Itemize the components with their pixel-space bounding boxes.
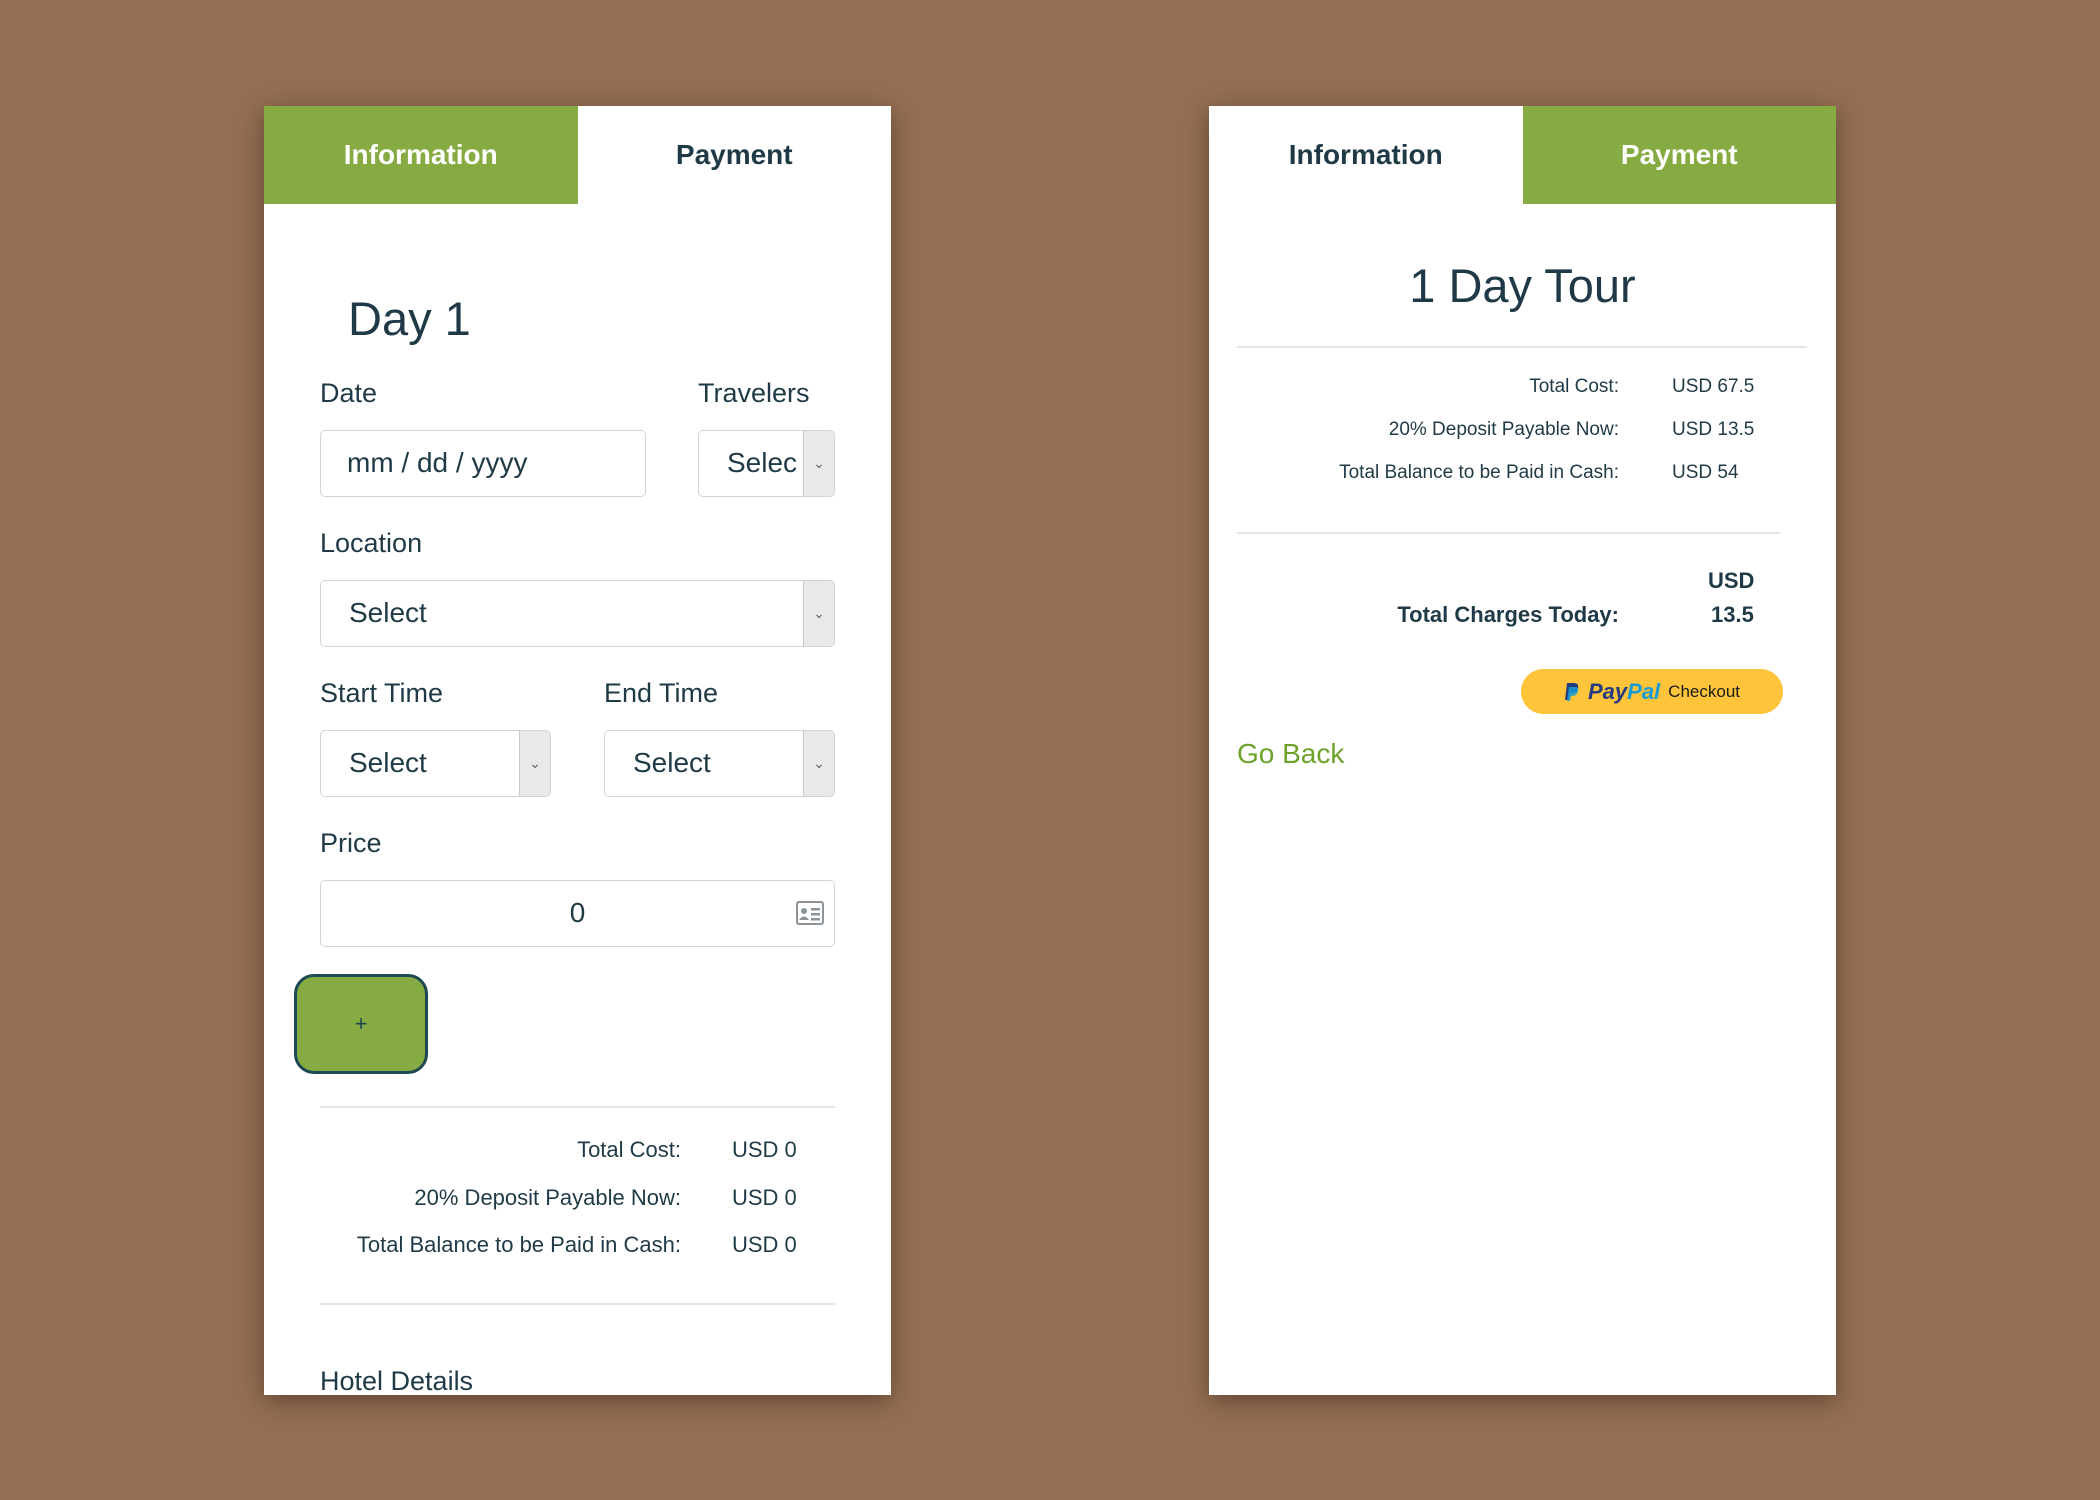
summary-row-deposit: 20% Deposit Payable Now: USD 13.5 bbox=[1209, 419, 1836, 453]
summary-row-total-cost: Total Cost: USD 0 bbox=[264, 1137, 891, 1177]
chevron-down-icon: ⌄ bbox=[803, 581, 834, 646]
summary-value: USD 13.5 bbox=[1672, 419, 1755, 440]
add-day-button[interactable]: + bbox=[294, 974, 428, 1074]
location-value: Select bbox=[349, 597, 427, 628]
go-back-link[interactable]: Go Back bbox=[1237, 738, 1344, 770]
divider bbox=[1237, 532, 1780, 534]
paypal-logo-pal: Pal bbox=[1627, 678, 1661, 704]
chevron-down-icon: ⌄ bbox=[803, 731, 834, 796]
summary-label: Total Cost: bbox=[577, 1137, 681, 1162]
summary-label: 20% Deposit Payable Now: bbox=[414, 1185, 681, 1210]
summary-value: USD 0 bbox=[732, 1232, 797, 1257]
booking-information-panel: Information Payment Day 1 Date mm / dd /… bbox=[264, 106, 891, 1395]
summary-value: USD 54 bbox=[1672, 462, 1739, 483]
contact-card-icon bbox=[796, 901, 824, 930]
start-time-label: Start Time bbox=[320, 678, 444, 708]
chevron-down-icon: ⌄ bbox=[803, 431, 834, 496]
travelers-label: Travelers bbox=[698, 378, 810, 408]
date-placeholder: mm / dd / yyyy bbox=[347, 447, 528, 478]
tab-payment[interactable]: Payment bbox=[1522, 106, 1836, 204]
paypal-logo: PayPal bbox=[1588, 679, 1660, 705]
date-input[interactable]: mm / dd / yyyy bbox=[320, 430, 646, 497]
summary-row-balance: Total Balance to be Paid in Cash: USD 54 bbox=[1209, 462, 1836, 496]
price-value: 0 bbox=[569, 897, 586, 928]
price-input[interactable]: 0 bbox=[320, 880, 835, 947]
summary-label: 20% Deposit Payable Now: bbox=[1388, 419, 1619, 440]
total-charges-amount: 13.5 bbox=[1711, 602, 1754, 627]
tab-bar: Information Payment bbox=[264, 106, 891, 204]
summary-row-total-cost: Total Cost: USD 67.5 bbox=[1209, 376, 1836, 410]
summary-label: Total Balance to be Paid in Cash: bbox=[1339, 462, 1619, 483]
location-label: Location bbox=[320, 528, 423, 558]
paypal-checkout-button[interactable]: PayPal Checkout bbox=[1521, 669, 1783, 714]
tab-information[interactable]: Information bbox=[1209, 106, 1523, 204]
start-time-select[interactable]: Select ⌄ bbox=[320, 730, 551, 797]
date-label: Date bbox=[320, 378, 378, 408]
total-charges-label: Total Charges Today: bbox=[1397, 602, 1619, 627]
summary-label: Total Balance to be Paid in Cash: bbox=[356, 1232, 681, 1257]
divider bbox=[1237, 346, 1807, 348]
summary-row-balance: Total Balance to be Paid in Cash: USD 0 bbox=[264, 1232, 891, 1272]
payment-panel: Information Payment 1 Day Tour Total Cos… bbox=[1209, 106, 1836, 1395]
paypal-logo-pay: Pay bbox=[1587, 678, 1628, 704]
summary-label: Total Cost: bbox=[1529, 376, 1619, 397]
location-select[interactable]: Select ⌄ bbox=[320, 580, 835, 647]
divider bbox=[320, 1106, 835, 1108]
travelers-value: Selec bbox=[727, 447, 798, 478]
travelers-select[interactable]: Selec ⌄ bbox=[698, 430, 835, 497]
divider bbox=[320, 1303, 835, 1305]
end-time-value: Select bbox=[633, 747, 711, 778]
tab-payment[interactable]: Payment bbox=[577, 106, 891, 204]
hotel-details-heading: Hotel Details bbox=[320, 1366, 474, 1395]
summary-value: USD 67.5 bbox=[1672, 376, 1755, 397]
summary-value: USD 0 bbox=[732, 1185, 797, 1210]
chevron-down-icon: ⌄ bbox=[519, 731, 550, 796]
summary-row-deposit: 20% Deposit Payable Now: USD 0 bbox=[264, 1185, 891, 1225]
total-charges-today: Total Charges Today: USD 13.5 bbox=[1209, 562, 1836, 642]
start-time-value: Select bbox=[349, 747, 427, 778]
end-time-label: End Time bbox=[604, 678, 719, 708]
summary-value: USD 0 bbox=[732, 1137, 797, 1162]
paypal-checkout-label: Checkout bbox=[1668, 681, 1740, 701]
tour-title: 1 Day Tour bbox=[1409, 259, 1636, 312]
tab-information[interactable]: Information bbox=[264, 106, 578, 204]
day-title: Day 1 bbox=[348, 292, 471, 345]
total-charges-currency: USD bbox=[1708, 568, 1755, 593]
end-time-select[interactable]: Select ⌄ bbox=[604, 730, 835, 797]
tab-bar: Information Payment bbox=[1209, 106, 1836, 204]
paypal-icon bbox=[1564, 682, 1579, 701]
price-label: Price bbox=[320, 828, 382, 858]
